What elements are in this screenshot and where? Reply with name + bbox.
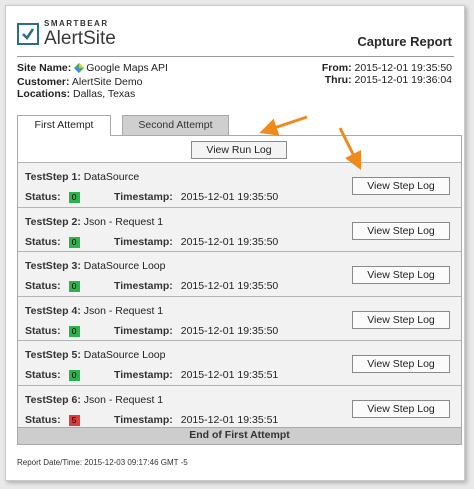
logo-check-icon	[17, 23, 39, 45]
status-badge: 0	[68, 370, 80, 381]
alertsite-logo: SMARTBEAR AlertSite	[17, 20, 116, 48]
view-run-log-button[interactable]: View Run Log	[191, 141, 287, 159]
from-value: 2015-12-01 19:35:50	[354, 62, 453, 74]
date-range: From: 2015-12-01 19:35:50 Thru: 2015-12-…	[322, 62, 452, 86]
step-label: TestStep 6:	[25, 393, 81, 406]
status-badge: 0	[68, 281, 80, 292]
status-badge-error: 5	[68, 414, 80, 426]
status-badge: 0	[68, 325, 80, 337]
page-title: Capture Report	[357, 34, 452, 49]
customer-label: Customer:	[17, 76, 70, 88]
timestamp-label: Timestamp:	[114, 191, 173, 203]
step-name: Json - Request 1	[83, 215, 164, 228]
from-label: From:	[321, 62, 352, 74]
timestamp-value: 2015-12-01 19:35:50	[180, 324, 279, 337]
status-badge: 0	[68, 192, 80, 203]
report-page: SMARTBEAR AlertSite Capture Report Site …	[5, 5, 465, 481]
locations-label: Locations:	[17, 88, 71, 100]
view-step-log-button[interactable]: View Step Log	[352, 355, 450, 373]
view-step-log-button[interactable]: View Step Log	[352, 177, 450, 195]
status-label: Status:	[25, 280, 61, 292]
timestamp-label: Timestamp:	[114, 280, 173, 292]
end-of-attempt-bar: End of First Attempt	[18, 427, 461, 444]
step-list: TestStep 1: DataSource Status: 0 Timestam…	[18, 162, 461, 429]
step-row: TestStep 2: Json - Request 1 Status: 0 Ti…	[18, 206, 461, 251]
timestamp-label: Timestamp:	[114, 324, 173, 337]
view-step-log-button[interactable]: View Step Log	[352, 310, 450, 329]
site-info: Site Name: Google Maps API Customer: Ale…	[17, 62, 168, 100]
step-name: Json - Request 1	[83, 393, 164, 406]
google-maps-icon	[74, 63, 85, 76]
attempt-panel: View Run Log TestStep 1: DataSource Stat…	[17, 135, 462, 445]
status-label: Status:	[25, 235, 61, 248]
step-row: TestStep 4: Json - Request 1 Status: 0 Ti…	[18, 295, 461, 340]
timestamp-label: Timestamp:	[114, 413, 173, 426]
step-row: TestStep 1: DataSource Status: 0 Timestam…	[18, 162, 461, 207]
logo-brand: SMARTBEAR	[44, 19, 109, 28]
view-step-log-button[interactable]: View Step Log	[352, 221, 450, 240]
step-name: DataSource Loop	[83, 260, 166, 272]
step-row: TestStep 3: DataSource Loop Status: 0 Tim…	[18, 251, 461, 296]
step-label: TestStep 2:	[25, 215, 81, 228]
thru-value: 2015-12-01 19:36:04	[354, 74, 453, 86]
step-label: TestStep 5:	[25, 349, 81, 361]
step-name: DataSource	[83, 171, 140, 183]
step-label: TestStep 1:	[25, 171, 81, 183]
customer-value: AlertSite Demo	[71, 76, 143, 88]
thru-label: Thru:	[324, 74, 352, 86]
report-date: Report Date/Time: 2015-12-03 09:17:46 GM…	[17, 458, 188, 467]
tab-second-attempt[interactable]: Second Attempt	[122, 115, 229, 135]
timestamp-label: Timestamp:	[114, 235, 173, 248]
step-label: TestStep 3:	[25, 260, 81, 272]
step-label: TestStep 4:	[25, 304, 81, 317]
tab-first-attempt[interactable]: First Attempt	[17, 115, 111, 136]
status-badge: 0	[68, 236, 80, 248]
view-step-log-button[interactable]: View Step Log	[352, 399, 450, 418]
step-row: TestStep 5: DataSource Loop Status: 0 Tim…	[18, 340, 461, 385]
timestamp-value: 2015-12-01 19:35:50	[180, 280, 279, 292]
timestamp-value: 2015-12-01 19:35:50	[180, 191, 279, 203]
view-step-log-button[interactable]: View Step Log	[352, 266, 450, 284]
timestamp-value: 2015-12-01 19:35:51	[180, 413, 279, 426]
status-label: Status:	[25, 324, 61, 337]
status-label: Status:	[25, 191, 61, 203]
timestamp-value: 2015-12-01 19:35:51	[180, 369, 279, 381]
timestamp-value: 2015-12-01 19:35:50	[180, 235, 279, 248]
site-name-label: Site Name:	[17, 62, 72, 74]
logo-product: AlertSite	[44, 28, 116, 49]
status-label: Status:	[25, 369, 61, 381]
status-label: Status:	[25, 413, 61, 426]
step-name: DataSource Loop	[83, 349, 166, 361]
step-name: Json - Request 1	[83, 304, 164, 317]
site-name-value: Google Maps API	[86, 62, 168, 74]
timestamp-label: Timestamp:	[114, 369, 173, 381]
step-row: TestStep 6: Json - Request 1 Status: 5 Ti…	[18, 384, 461, 429]
header-divider	[17, 56, 454, 57]
locations-value: Dallas, Texas	[73, 88, 136, 100]
